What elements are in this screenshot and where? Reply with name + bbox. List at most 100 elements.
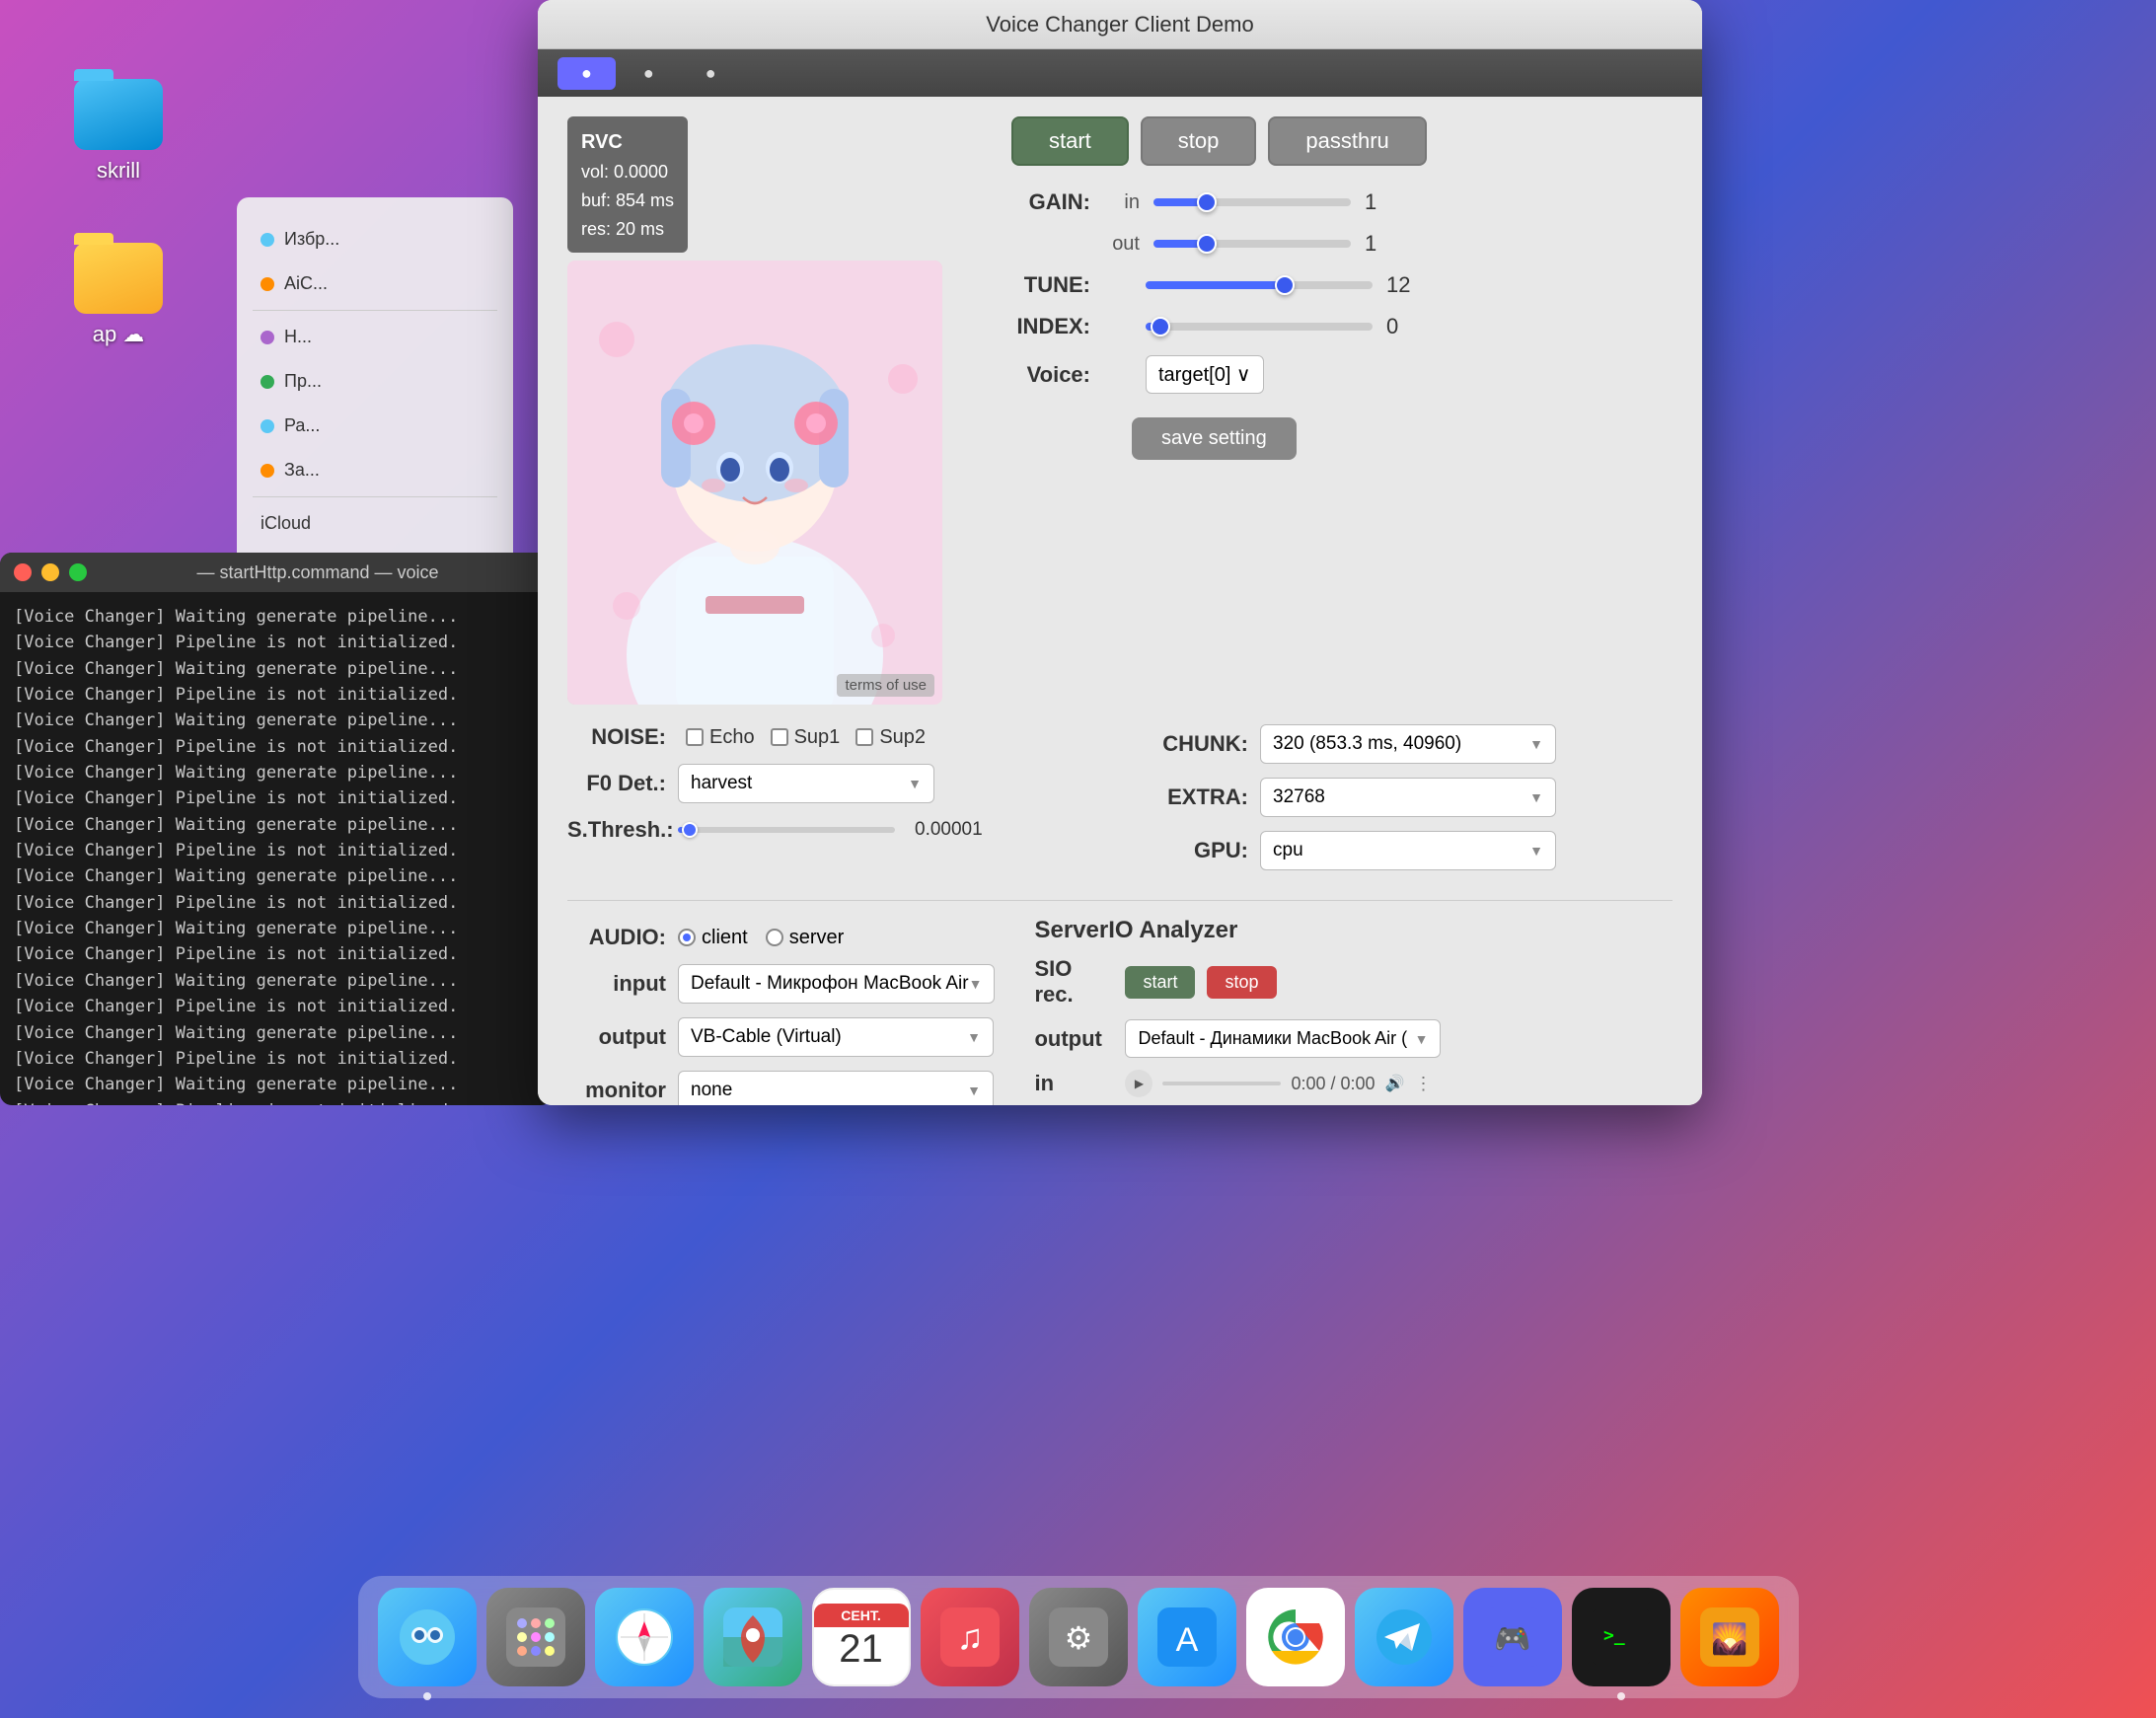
dock-item-photo[interactable]: 🌄 — [1680, 1588, 1779, 1686]
dock-item-discord[interactable]: 🎮 — [1463, 1588, 1562, 1686]
gain-out-row: out 1 — [1011, 231, 1673, 257]
terminal-app-icon[interactable]: >_ — [1572, 1588, 1671, 1686]
dock-item-launchpad[interactable] — [486, 1588, 585, 1686]
gpu-dropdown[interactable]: cpu ▼ — [1260, 831, 1556, 870]
rvc-vol: vol: 0.0000 — [581, 158, 674, 187]
icloud-item-icloud[interactable]: iCloud — [253, 501, 497, 546]
sio-output-selected: Default - Динамики MacBook Air ( — [1138, 1028, 1407, 1049]
gain-out-slider[interactable] — [1153, 240, 1351, 248]
tune-slider[interactable] — [1146, 281, 1373, 289]
sio-in-more-icon[interactable]: ⋮ — [1414, 1074, 1432, 1094]
rvc-buf: buf: 854 ms — [581, 187, 674, 215]
icloud-item-3[interactable]: Н... — [253, 315, 497, 359]
calendar-month: СЕНТ. — [814, 1604, 909, 1627]
f0det-dropdown[interactable]: harvest ▼ — [678, 764, 934, 803]
photo-icon[interactable]: 🌄 — [1680, 1588, 1779, 1686]
noise-sup1-checkbox[interactable] — [771, 728, 788, 746]
dock-item-calendar[interactable]: СЕНТ. 21 — [812, 1588, 911, 1686]
noise-sup1-label: Sup1 — [794, 726, 841, 749]
maps-icon[interactable] — [704, 1588, 802, 1686]
noise-echo-item[interactable]: Echo — [686, 726, 755, 749]
audio-monitor-label: monitor — [567, 1078, 666, 1103]
dock-item-settings[interactable]: ⚙ — [1029, 1588, 1128, 1686]
sio-in-play-button[interactable]: ▶ — [1125, 1070, 1152, 1097]
icloud-item-1[interactable]: Избр... — [253, 217, 497, 261]
sio-stop-button[interactable]: stop — [1207, 966, 1276, 999]
audio-monitor-dropdown[interactable]: none ▼ — [678, 1071, 994, 1105]
discord-icon[interactable]: 🎮 — [1463, 1588, 1562, 1686]
top-tab-2[interactable]: ● — [620, 57, 678, 90]
gpu-arrow: ▼ — [1529, 843, 1543, 859]
settings-icon[interactable]: ⚙ — [1029, 1588, 1128, 1686]
extra-dropdown[interactable]: 32768 ▼ — [1260, 778, 1556, 817]
desktop-icon-skrill[interactable]: skrill — [59, 79, 178, 184]
audio-monitor-arrow: ▼ — [967, 1083, 981, 1098]
index-slider[interactable] — [1146, 323, 1373, 331]
terminal-max-button[interactable] — [69, 563, 87, 581]
icloud-item-2[interactable]: АiC... — [253, 261, 497, 306]
desktop-icon-label-ap: ap ☁ — [93, 322, 145, 347]
passthru-button[interactable]: passthru — [1268, 116, 1426, 166]
audio-input-label: input — [567, 971, 666, 997]
audio-output-dropdown[interactable]: VB-Cable (Virtual) ▼ — [678, 1017, 994, 1057]
section-divider-1 — [567, 900, 1673, 901]
chrome-icon[interactable] — [1246, 1588, 1345, 1686]
main-button-row: start stop passthru — [1011, 116, 1673, 166]
terminal-app-dot — [1617, 1692, 1625, 1700]
dock-item-terminal[interactable]: >_ — [1572, 1588, 1671, 1686]
music-icon[interactable]: ♫ — [921, 1588, 1019, 1686]
safari-icon[interactable] — [595, 1588, 694, 1686]
icloud-item-4[interactable]: Пр... — [253, 359, 497, 404]
noise-sup2-checkbox[interactable] — [855, 728, 873, 746]
f0det-label: F0 Det.: — [567, 771, 666, 796]
noise-checkboxes: Echo Sup1 Sup2 — [686, 726, 926, 749]
sio-in-volume-icon[interactable]: 🔊 — [1385, 1074, 1405, 1093]
audio-client-radio[interactable] — [678, 929, 696, 946]
audio-client-radio-item[interactable]: client — [678, 927, 748, 949]
gain-in-slider[interactable] — [1153, 198, 1351, 206]
terminal-min-button[interactable] — [41, 563, 59, 581]
dock-item-music[interactable]: ♫ — [921, 1588, 1019, 1686]
dock-item-safari[interactable] — [595, 1588, 694, 1686]
sthresh-slider[interactable] — [678, 827, 895, 833]
calendar-icon[interactable]: СЕНТ. 21 — [812, 1588, 911, 1686]
sio-start-button[interactable]: start — [1125, 966, 1195, 999]
dock-item-finder[interactable] — [378, 1588, 477, 1686]
sio-output-dropdown[interactable]: Default - Динамики MacBook Air ( ▼ — [1125, 1019, 1441, 1058]
audio-server-radio[interactable] — [766, 929, 783, 946]
terminal-body[interactable]: [Voice Changer] Waiting generate pipelin… — [0, 592, 553, 1105]
dock-item-appstore[interactable]: A — [1138, 1588, 1236, 1686]
right-panel: start stop passthru GAIN: in 1 out — [1011, 116, 1673, 705]
icloud-item-5[interactable]: Ра... — [253, 404, 497, 448]
icloud-item-6[interactable]: За... — [253, 448, 497, 492]
telegram-icon[interactable] — [1355, 1588, 1453, 1686]
desktop-icon-ap[interactable]: ap ☁ — [59, 243, 178, 347]
terminal-line-11: [Voice Changer] Waiting generate pipelin… — [14, 863, 539, 889]
terms-badge[interactable]: terms of use — [837, 674, 934, 697]
dock-item-chrome[interactable] — [1246, 1588, 1345, 1686]
svg-text:>_: >_ — [1603, 1625, 1625, 1646]
dock-item-telegram[interactable] — [1355, 1588, 1453, 1686]
audio-server-radio-item[interactable]: server — [766, 927, 845, 949]
top-tab-3[interactable]: ● — [682, 57, 740, 90]
audio-output-label: output — [567, 1024, 666, 1050]
terminal-close-button[interactable] — [14, 563, 32, 581]
noise-sup1-item[interactable]: Sup1 — [771, 726, 841, 749]
voice-selector[interactable]: target[0] ∨ — [1146, 355, 1264, 394]
save-setting-button[interactable]: save setting — [1132, 417, 1297, 460]
gain-out-label: out — [1104, 233, 1140, 256]
finder-icon[interactable] — [378, 1588, 477, 1686]
appstore-icon[interactable]: A — [1138, 1588, 1236, 1686]
audio-input-dropdown[interactable]: Default - Микрофон MacBook Air ▼ — [678, 964, 995, 1004]
chunk-dropdown[interactable]: 320 (853.3 ms, 40960) ▼ — [1260, 724, 1556, 764]
dock-item-maps[interactable] — [704, 1588, 802, 1686]
launchpad-icon[interactable] — [486, 1588, 585, 1686]
noise-sup2-item[interactable]: Sup2 — [855, 726, 926, 749]
start-button[interactable]: start — [1011, 116, 1129, 166]
icloud-panel: Избр... АiC... Н... Пр... Ра... За... iC… — [237, 197, 513, 612]
stop-button[interactable]: stop — [1141, 116, 1257, 166]
top-tab-1[interactable]: ● — [558, 57, 616, 90]
noise-echo-checkbox[interactable] — [686, 728, 704, 746]
finder-dot — [423, 1692, 431, 1700]
sio-in-progress[interactable] — [1162, 1082, 1281, 1085]
